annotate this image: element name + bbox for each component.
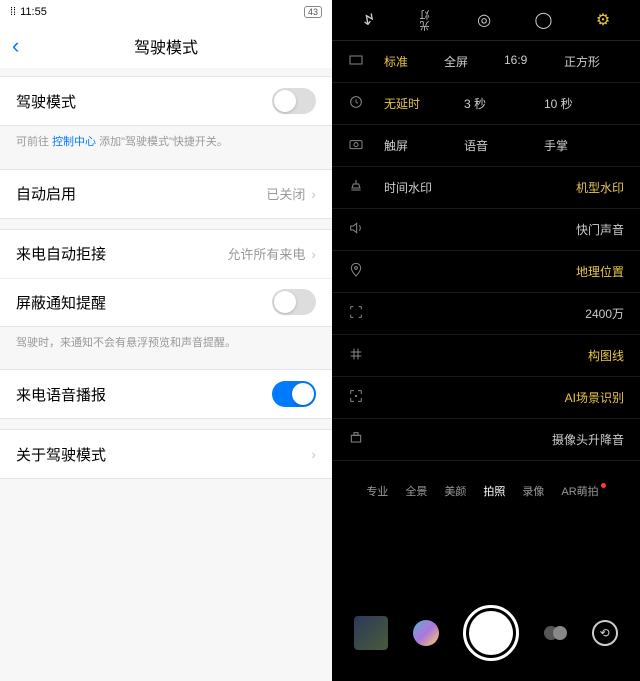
mode-video[interactable]: 录像 (522, 483, 544, 499)
timer-opt-10s[interactable]: 10 秒 (544, 95, 624, 112)
camera-top-bar: ↯ 光灯 ◎ ◯ ⚙ (332, 0, 640, 40)
stamp-icon (348, 178, 368, 197)
voice-announce-row[interactable]: 来电语音播报 (0, 370, 332, 418)
auto-enable-row[interactable]: 自动启用 已关闭 › (0, 170, 332, 218)
block-notif-row[interactable]: 屏蔽通知提醒 (0, 278, 332, 326)
aperture-icon[interactable]: ◎ (477, 10, 491, 30)
location-label: 地理位置 (576, 263, 624, 280)
header: ‹ 驾驶模式 (0, 24, 332, 68)
ratio-opt-169[interactable]: 16:9 (504, 53, 564, 70)
driving-mode-toggle[interactable] (272, 88, 316, 114)
chevron-right-icon: › (311, 186, 316, 202)
ratio-opt-full[interactable]: 全屏 (444, 53, 504, 70)
block-notif-hint: 驾驶时，来通知不会有悬浮预览和声音提醒。 (0, 327, 332, 360)
mode-photo[interactable]: 拍照 (483, 483, 505, 499)
status-bar: ⁞⁞ 11:55 43 (0, 0, 332, 24)
driving-mode-row[interactable]: 驾驶模式 (0, 77, 332, 125)
shutter-opt-voice[interactable]: 语音 (464, 137, 544, 154)
flash-icon[interactable]: ↯ (362, 10, 375, 30)
mode-beauty[interactable]: 美颜 (444, 483, 466, 499)
new-badge-dot (601, 483, 606, 488)
sound-row[interactable]: 快门声音 (332, 209, 640, 251)
camera-icon (348, 136, 368, 155)
gear-icon[interactable]: ⚙ (596, 10, 610, 30)
mode-ar[interactable]: AR萌拍 (561, 483, 605, 499)
aspect-icon (348, 52, 368, 71)
resolution-value: 2400万 (585, 305, 624, 322)
grid-row[interactable]: 构图线 (332, 335, 640, 377)
switch-camera-button[interactable]: ⟲ (592, 620, 618, 646)
about-label: 关于驾驶模式 (16, 444, 305, 465)
mode-pano[interactable]: 全景 (405, 483, 427, 499)
auto-reject-label: 来电自动拒接 (16, 243, 227, 264)
auto-reject-value: 允许所有来电 (227, 244, 305, 263)
settings-panel: ⁞⁞ 11:55 43 ‹ 驾驶模式 驾驶模式 可前往 控制中心 添加"驾驶模式… (0, 0, 332, 681)
grid-label: 构图线 (588, 347, 624, 364)
location-icon (348, 262, 368, 281)
grid-icon (348, 346, 368, 365)
gallery-thumbnail[interactable] (354, 616, 388, 650)
watermark-label: 时间水印 (384, 179, 432, 196)
watermark-value: 机型水印 (576, 179, 624, 196)
ratio-opt-square[interactable]: 正方形 (564, 53, 624, 70)
sound-label: 快门声音 (576, 221, 624, 238)
aspect-ratio-row[interactable]: 标准 全屏 16:9 正方形 (332, 41, 640, 83)
voice-announce-label: 来电语音播报 (16, 384, 272, 405)
resolution-row[interactable]: 2400万 (332, 293, 640, 335)
status-time: 11:55 (20, 6, 47, 18)
driving-mode-hint: 可前往 控制中心 添加"驾驶模式"快捷开关。 (0, 126, 332, 159)
voice-announce-toggle[interactable] (272, 381, 316, 407)
watermark-row[interactable]: 时间水印 机型水印 (332, 167, 640, 209)
timer-row[interactable]: 无延时 3 秒 10 秒 (332, 83, 640, 125)
auto-reject-row[interactable]: 来电自动拒接 允许所有来电 › (0, 230, 332, 278)
chevron-right-icon: › (311, 446, 316, 462)
chevron-right-icon: › (311, 246, 316, 262)
auto-enable-label: 自动启用 (16, 183, 266, 204)
camera-mode-selector[interactable]: 专业 全景 美颜 拍照 录像 AR萌拍 (332, 473, 640, 509)
ai-scene-row[interactable]: AI场景识别 (332, 377, 640, 419)
control-center-link[interactable]: 控制中心 (52, 136, 96, 148)
shutter-button[interactable] (463, 605, 519, 661)
shutter-opt-palm[interactable]: 手掌 (544, 137, 624, 154)
shutter-opt-touch[interactable]: 触屏 (384, 137, 464, 154)
about-row[interactable]: 关于驾驶模式 › (0, 430, 332, 478)
lens-button[interactable] (413, 620, 439, 646)
timer-opt-3s[interactable]: 3 秒 (464, 95, 544, 112)
camera-panel: ↯ 光灯 ◎ ◯ ⚙ 标准 全屏 16:9 正方形 无延时 3 秒 10 秒 (332, 0, 640, 681)
ai-scene-label: AI场景识别 (565, 389, 624, 406)
circle-icon[interactable]: ◯ (535, 10, 553, 30)
ratio-opt-standard[interactable]: 标准 (384, 53, 444, 70)
block-notif-label: 屏蔽通知提醒 (16, 292, 272, 313)
location-row[interactable]: 地理位置 (332, 251, 640, 293)
camera-settings-list: 标准 全屏 16:9 正方形 无延时 3 秒 10 秒 触屏 语音 手掌 (332, 40, 640, 461)
battery-indicator: 43 (304, 6, 322, 18)
motor-sound-label: 摄像头升降音 (552, 431, 624, 448)
block-notif-toggle[interactable] (272, 289, 316, 315)
motor-sound-row[interactable]: 摄像头升降音 (332, 419, 640, 461)
ai-scene-icon (348, 388, 368, 407)
driving-mode-label: 驾驶模式 (16, 91, 272, 112)
filter-button[interactable] (544, 626, 567, 640)
page-title: 驾驶模式 (0, 34, 332, 58)
mode-pro[interactable]: 专业 (366, 483, 388, 499)
shutter-method-row[interactable]: 触屏 语音 手掌 (332, 125, 640, 167)
auto-enable-value: 已关闭 (266, 184, 305, 203)
speaker-icon (348, 220, 368, 239)
resolution-icon (348, 304, 368, 323)
timer-icon (348, 94, 368, 113)
signal-icon: ⁞⁞ (10, 6, 16, 18)
flash-text-icon[interactable]: 光灯 (419, 9, 434, 31)
motor-icon (348, 430, 368, 449)
camera-bottom-bar: ⟲ (332, 605, 640, 661)
timer-opt-none[interactable]: 无延时 (384, 95, 464, 112)
